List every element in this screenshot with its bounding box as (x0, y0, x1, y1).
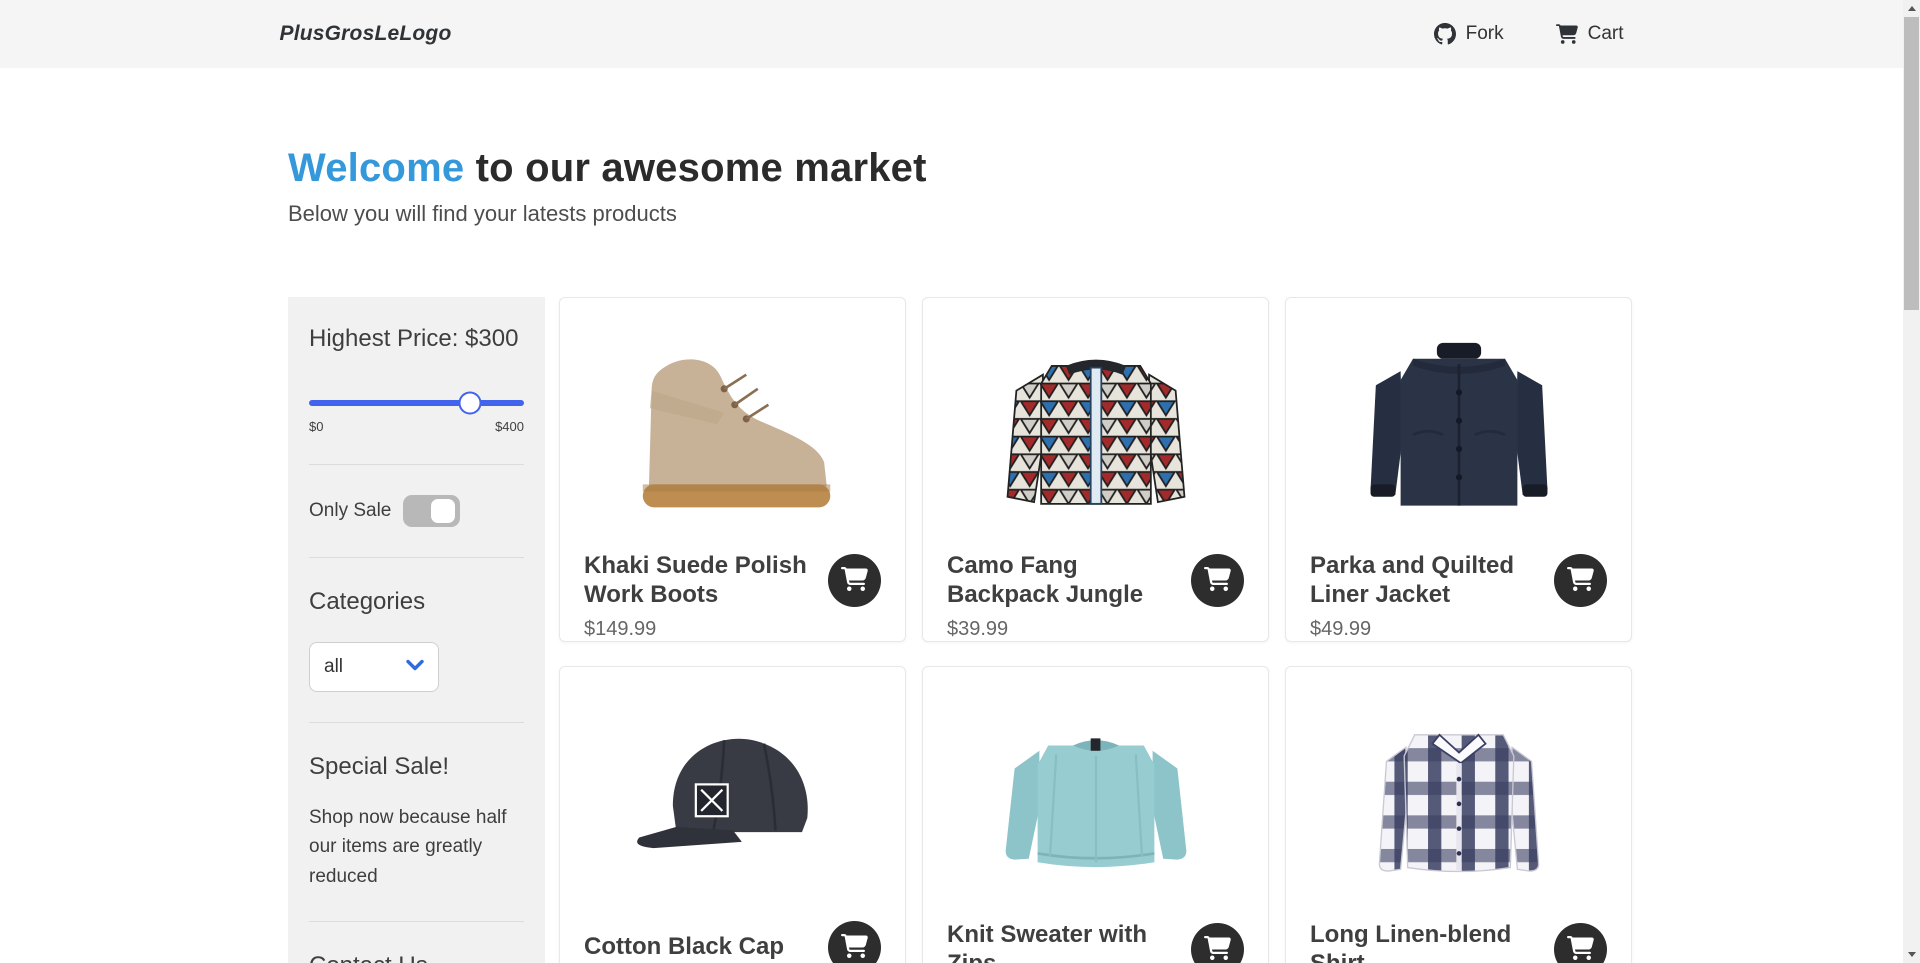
add-to-cart-button[interactable] (1191, 923, 1244, 963)
price-max-label: $400 (495, 419, 524, 434)
scrollbar-down-arrow[interactable] (1903, 946, 1920, 963)
product-title: Camo Fang Backpack Jungle (947, 552, 1177, 610)
product-price: $49.99 (1310, 618, 1607, 641)
product-card: Parka and Quilted Liner Jacket $49.99 (1285, 297, 1632, 642)
categories-label: Categories (309, 588, 524, 616)
product-card: Long Linen-blend Shirt $18.99 (1285, 666, 1632, 963)
cart-label: Cart (1588, 23, 1624, 45)
cart-plus-icon (841, 934, 868, 961)
add-to-cart-button[interactable] (828, 554, 881, 607)
cart-plus-icon (1204, 567, 1231, 594)
price-slider-track[interactable] (309, 400, 524, 406)
product-title: Knit Sweater with Zips (947, 921, 1177, 963)
add-to-cart-button[interactable] (1554, 554, 1607, 607)
product-price: $39.99 (947, 618, 1244, 641)
hero-section: Welcome to our awesome market Below you … (288, 146, 1632, 227)
product-image-sweater (947, 689, 1244, 901)
product-title: Khaki Suede Polish Work Boots (584, 552, 814, 610)
category-select-value: all (324, 656, 343, 678)
chevron-down-icon (406, 658, 424, 676)
cart-plus-icon (1204, 936, 1231, 963)
category-select[interactable]: all (309, 642, 439, 692)
add-to-cart-button[interactable] (828, 921, 881, 963)
top-navbar: PlusGrosLeLogo Fork Cart (0, 0, 1903, 68)
vertical-scrollbar (1903, 0, 1920, 963)
product-image-boots (584, 320, 881, 532)
divider (309, 557, 524, 558)
product-title: Long Linen-blend Shirt (1310, 921, 1540, 963)
only-sale-toggle-knob (431, 499, 455, 523)
price-filter-label: Highest Price: $300 (309, 325, 524, 353)
page-subtitle: Below you will find your latests product… (288, 201, 1632, 227)
page-title: Welcome to our awesome market (288, 146, 1632, 191)
product-card: Cotton Black Cap $12.99 (559, 666, 906, 963)
divider (309, 464, 524, 465)
add-to-cart-button[interactable] (1191, 554, 1244, 607)
contact-title: Contact Us (309, 952, 524, 963)
special-sale-text: Shop now because half our items are grea… (309, 803, 509, 891)
scrollbar-up-arrow[interactable] (1903, 0, 1920, 17)
github-icon (1434, 23, 1456, 45)
page: PlusGrosLeLogo Fork Cart Welcome (0, 0, 1920, 963)
product-card: Knit Sweater with Zips $29.99 (922, 666, 1269, 963)
product-card: Camo Fang Backpack Jungle $39.99 (922, 297, 1269, 642)
product-image-shirt (1310, 689, 1607, 901)
filter-sidebar: Highest Price: $300 $0 $400 Only Sale (288, 297, 545, 963)
price-min-label: $0 (309, 419, 323, 434)
page-title-rest: to our awesome market (464, 146, 926, 190)
add-to-cart-button[interactable] (1554, 923, 1607, 963)
product-image-parka (1310, 320, 1607, 532)
cart-link[interactable]: Cart (1556, 23, 1624, 45)
brand-logo[interactable]: PlusGrosLeLogo (280, 22, 452, 46)
special-sale-title: Special Sale! (309, 753, 524, 781)
only-sale-label: Only Sale (309, 500, 391, 522)
cart-plus-icon (1567, 567, 1594, 594)
product-price: $149.99 (584, 618, 881, 641)
price-slider-thumb[interactable] (459, 392, 482, 415)
product-image-cap (584, 689, 881, 901)
product-image-camo-jacket (947, 320, 1244, 532)
cart-icon (1556, 24, 1578, 44)
only-sale-toggle[interactable] (403, 495, 460, 527)
product-title: Parka and Quilted Liner Jacket (1310, 552, 1540, 610)
product-card: Khaki Suede Polish Work Boots $149.99 (559, 297, 906, 642)
scrollbar-thumb[interactable] (1904, 17, 1919, 310)
page-title-highlight: Welcome (288, 146, 464, 190)
divider (309, 722, 524, 723)
product-grid: Khaki Suede Polish Work Boots $149.99 (559, 297, 1632, 963)
cart-plus-icon (841, 567, 868, 594)
fork-label: Fork (1466, 23, 1504, 45)
product-title: Cotton Black Cap (584, 933, 784, 962)
divider (309, 921, 524, 922)
price-slider[interactable] (309, 391, 524, 415)
cart-plus-icon (1567, 936, 1594, 963)
fork-link[interactable]: Fork (1434, 23, 1504, 45)
